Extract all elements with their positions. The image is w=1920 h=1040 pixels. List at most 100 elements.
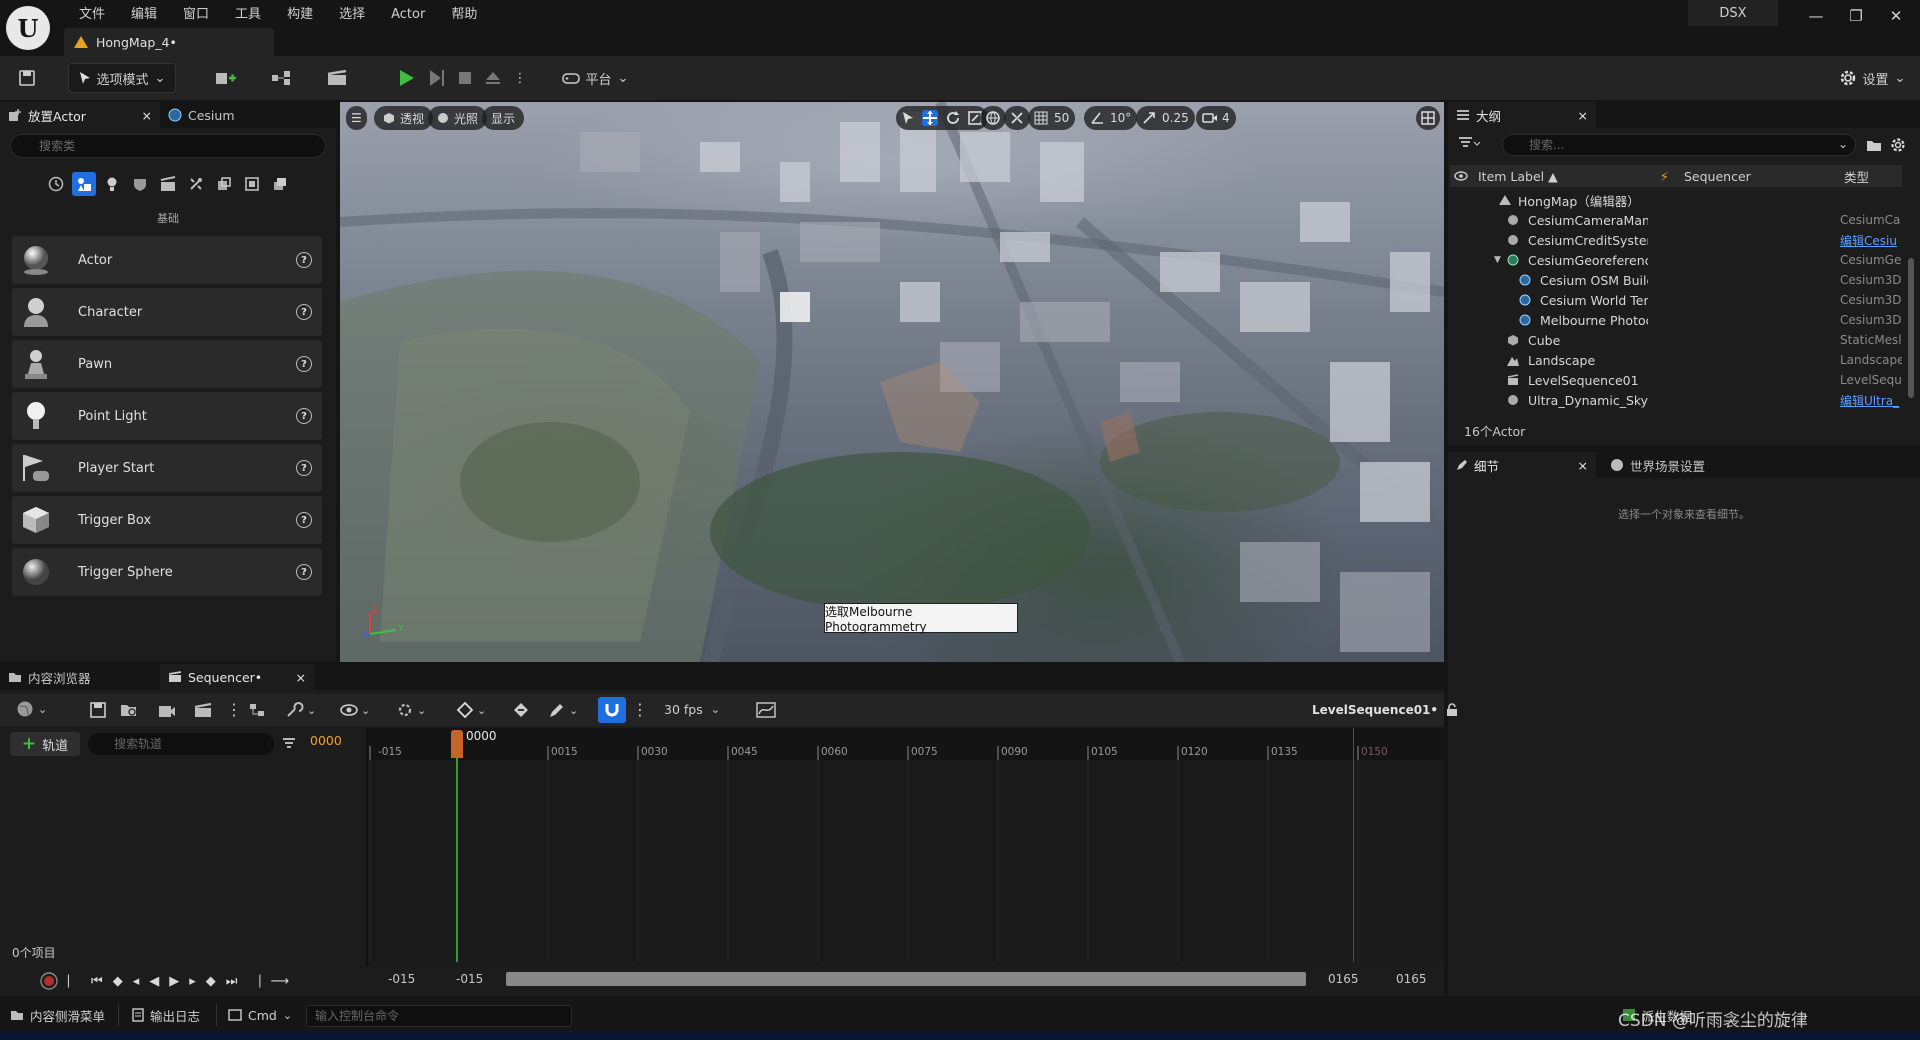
perspective-button[interactable]: 透视 bbox=[374, 106, 434, 130]
unreal-logo[interactable]: U bbox=[6, 6, 50, 50]
actions-button[interactable]: ⌄ bbox=[286, 702, 316, 718]
cinematic-category-icon[interactable] bbox=[156, 172, 180, 196]
loop-icon[interactable]: ⟶ bbox=[271, 974, 290, 989]
current-frame-field[interactable]: 0000 bbox=[310, 733, 342, 748]
recent-category-icon[interactable] bbox=[44, 172, 68, 196]
playback-range-end[interactable]: 0165 bbox=[1328, 972, 1359, 986]
restore-button[interactable]: ❐ bbox=[1836, 0, 1876, 32]
edit-mode-button[interactable]: ⌄ bbox=[548, 702, 578, 718]
world-context-button[interactable]: ⌄ bbox=[16, 700, 47, 718]
volumes-category-icon[interactable] bbox=[212, 172, 236, 196]
tab-sequencer[interactable]: Sequencer• × bbox=[160, 664, 314, 690]
outliner-row-world[interactable]: HongMap（编辑器） bbox=[1450, 190, 1902, 210]
track-search-input[interactable]: 搜索轨道 bbox=[88, 733, 274, 755]
filter-icon[interactable] bbox=[1458, 136, 1480, 150]
step-back-icon[interactable]: ◂ bbox=[133, 974, 140, 989]
tab-details[interactable]: 细节 × bbox=[1448, 452, 1596, 478]
cinematics-button[interactable] bbox=[318, 63, 358, 93]
outliner-scrollbar[interactable] bbox=[1908, 258, 1914, 398]
play-button[interactable] bbox=[392, 63, 422, 93]
place-item-trigger-box[interactable]: Trigger Box ? bbox=[12, 496, 322, 544]
key-interpolation-button[interactable]: ⌄ bbox=[456, 702, 486, 718]
menu-file[interactable]: 文件 bbox=[66, 4, 118, 26]
close-tab-icon[interactable]: × bbox=[1578, 108, 1588, 123]
place-item-player-start[interactable]: Player Start ? bbox=[12, 444, 322, 492]
chevron-down-icon[interactable]: ⌄ bbox=[1838, 137, 1848, 151]
menu-edit[interactable]: 编辑 bbox=[118, 4, 170, 26]
content-drawer-button[interactable]: 内容侧滑菜单 bbox=[10, 998, 105, 1032]
more-options-icon[interactable]: ⋮ bbox=[632, 700, 648, 719]
console-command-input[interactable]: 输入控制台命令 bbox=[306, 1005, 572, 1027]
outliner-row[interactable]: Landscape Landscape bbox=[1450, 350, 1902, 370]
tab-world-settings[interactable]: 世界场景设置 bbox=[1602, 452, 1713, 478]
level-viewport[interactable]: ☰ 透视 光照 显示 50 10° 0.25 4 bbox=[340, 102, 1444, 662]
menu-window[interactable]: 窗口 bbox=[170, 4, 222, 26]
gear-icon[interactable] bbox=[1890, 137, 1906, 153]
more-options-icon[interactable]: ⋮ bbox=[510, 63, 530, 93]
place-actor-search-input[interactable]: 搜索类 bbox=[10, 134, 326, 158]
shapes-category-icon[interactable] bbox=[128, 172, 152, 196]
help-icon[interactable]: ? bbox=[296, 460, 312, 476]
place-item-point-light[interactable]: Point Light ? bbox=[12, 392, 322, 440]
document-tab[interactable]: HongMap_4• bbox=[64, 28, 274, 56]
previous-frame-icon[interactable]: ⏮ bbox=[91, 974, 103, 989]
fps-dropdown[interactable]: 30 fps ⌄ bbox=[664, 702, 720, 717]
surface-snap-button[interactable] bbox=[1004, 106, 1030, 130]
place-item-character[interactable]: Character ? bbox=[12, 288, 322, 336]
render-movie-icon[interactable] bbox=[158, 702, 176, 718]
outliner-row-type-link[interactable]: 编辑Cesiu bbox=[1840, 232, 1902, 249]
tab-outliner[interactable]: 大纲 × bbox=[1448, 102, 1596, 128]
help-icon[interactable]: ? bbox=[296, 512, 312, 528]
tab-content-browser[interactable]: 内容浏览器 bbox=[0, 664, 160, 690]
auto-key-icon[interactable] bbox=[512, 702, 530, 718]
sequence-name[interactable]: LevelSequence01• bbox=[1312, 703, 1458, 717]
basic-category-icon[interactable] bbox=[72, 172, 96, 196]
view-range-start[interactable]: -015 bbox=[388, 972, 415, 986]
rotate-tool-icon[interactable] bbox=[946, 111, 960, 125]
place-item-pawn[interactable]: Pawn ? bbox=[12, 340, 322, 388]
outliner-row[interactable]: CesiumCameraMan CesiumCa bbox=[1450, 210, 1902, 230]
lock-icon[interactable] bbox=[1446, 703, 1458, 717]
step-button[interactable] bbox=[422, 63, 452, 93]
settings-button[interactable]: 设置 ⌄ bbox=[1830, 63, 1914, 93]
output-log-button[interactable]: 输出日志 bbox=[132, 998, 200, 1032]
help-icon[interactable]: ? bbox=[296, 356, 312, 372]
help-icon[interactable]: ? bbox=[296, 408, 312, 424]
help-icon[interactable]: ? bbox=[296, 564, 312, 580]
menu-actor[interactable]: Actor bbox=[378, 4, 438, 26]
outliner-row[interactable]: Ultra_Dynamic_Sky 编辑Ultra_ bbox=[1450, 390, 1902, 410]
blueprint-button[interactable] bbox=[262, 63, 302, 93]
outliner-row[interactable]: ▼ CesiumGeoreferenc CesiumGe bbox=[1450, 250, 1902, 270]
outliner-row-type-link[interactable]: 编辑Ultra_ bbox=[1840, 392, 1902, 409]
step-forward-icon[interactable]: ▸ bbox=[189, 974, 196, 989]
world-local-button[interactable] bbox=[980, 106, 1006, 130]
place-item-actor[interactable]: Actor ? bbox=[12, 236, 322, 284]
help-icon[interactable]: ? bbox=[296, 304, 312, 320]
close-window-button[interactable]: ✕ bbox=[1876, 0, 1916, 32]
sequence-hierarchy-icon[interactable] bbox=[248, 702, 266, 718]
camera-cut-icon[interactable] bbox=[194, 702, 212, 718]
minimize-button[interactable]: — bbox=[1796, 0, 1836, 32]
eject-button[interactable] bbox=[478, 63, 508, 93]
view-range-end[interactable]: 0165 bbox=[1396, 972, 1427, 986]
platform-button[interactable]: 平台 ⌄ bbox=[560, 63, 630, 93]
add-track-button[interactable]: + 轨道 bbox=[10, 732, 80, 756]
snap-magnet-button[interactable] bbox=[598, 697, 626, 723]
menu-help[interactable]: 帮助 bbox=[438, 4, 490, 26]
menu-build[interactable]: 构建 bbox=[274, 4, 326, 26]
add-actor-button[interactable] bbox=[206, 63, 246, 93]
outliner-row[interactable]: Melbourne Photoc Cesium3D bbox=[1450, 310, 1902, 330]
select-tool-icon[interactable] bbox=[902, 111, 914, 125]
previous-key-icon[interactable]: ◆ bbox=[113, 974, 123, 989]
column-type[interactable]: 类型 bbox=[1842, 167, 1869, 186]
view-options-button[interactable]: ⌄ bbox=[340, 702, 370, 718]
track-list-divider[interactable] bbox=[366, 728, 368, 996]
layers-category-icon[interactable] bbox=[268, 172, 292, 196]
visibility-eye-icon[interactable] bbox=[1450, 171, 1472, 181]
more-options-icon[interactable]: ⋮ bbox=[226, 700, 242, 719]
timeline-scrollbar[interactable] bbox=[506, 972, 1306, 986]
playback-end-marker[interactable] bbox=[1353, 728, 1354, 962]
mode-select-button[interactable]: 选项模式 ⌄ bbox=[68, 63, 176, 93]
tab-place-actors[interactable]: 放置Actor × bbox=[0, 102, 160, 128]
all-classes-category-icon[interactable] bbox=[240, 172, 264, 196]
